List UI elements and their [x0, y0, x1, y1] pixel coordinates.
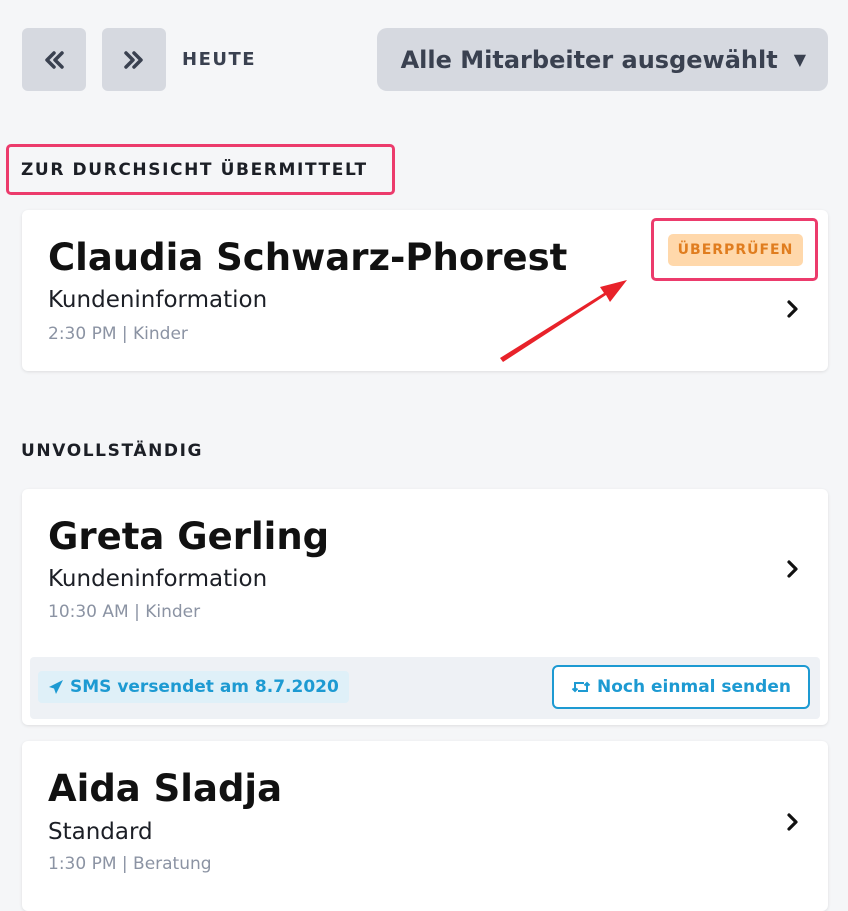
today-button[interactable]: HEUTE [182, 28, 256, 91]
sms-status-text: SMS versendet am 8.7.2020 [70, 677, 339, 697]
resend-button[interactable]: Noch einmal senden [552, 665, 810, 709]
appointment-meta: 10:30 AM | Kinder [48, 602, 201, 622]
chevron-right-icon [787, 813, 798, 831]
section-title-submitted: ZUR DURCHSICHT ÜBERMITTELT [21, 160, 368, 180]
form-type: Standard [48, 819, 153, 845]
section-title-incomplete: UNVOLLSTÄNDIG [21, 441, 204, 461]
client-name: Greta Gerling [48, 515, 330, 558]
double-chevron-right-icon [124, 50, 143, 69]
client-name: Aida Sladja [48, 767, 283, 810]
toolbar: HEUTE Alle Mitarbeiter ausgewählt ▼ [22, 28, 828, 91]
appointment-meta: 1:30 PM | Beratung [48, 854, 212, 874]
form-type: Kundeninformation [48, 566, 268, 592]
chevron-right-icon [787, 300, 798, 318]
appointment-card[interactable]: Aida Sladja Standard 1:30 PM | Beratung [22, 741, 828, 911]
paper-plane-icon [49, 680, 63, 694]
sms-status: SMS versendet am 8.7.2020 [38, 671, 349, 703]
sms-footer: SMS versendet am 8.7.2020 Noch einmal se… [30, 657, 820, 719]
resend-label: Noch einmal senden [597, 677, 791, 697]
highlight-box-badge [651, 218, 818, 281]
previous-button[interactable] [22, 28, 86, 91]
retweet-icon [571, 681, 591, 693]
chevron-right-icon [787, 560, 798, 578]
appointment-meta: 2:30 PM | Kinder [48, 324, 188, 344]
form-type: Kundeninformation [48, 287, 268, 313]
caret-down-icon: ▼ [793, 50, 806, 69]
next-button[interactable] [102, 28, 166, 91]
employee-select-value: Alle Mitarbeiter ausgewählt [400, 45, 778, 74]
employee-select[interactable]: Alle Mitarbeiter ausgewählt ▼ [377, 28, 828, 91]
client-name: Claudia Schwarz-Phorest [48, 236, 568, 279]
double-chevron-left-icon [45, 50, 64, 69]
appointment-card[interactable]: Greta Gerling Kundeninformation 10:30 AM… [22, 489, 828, 725]
